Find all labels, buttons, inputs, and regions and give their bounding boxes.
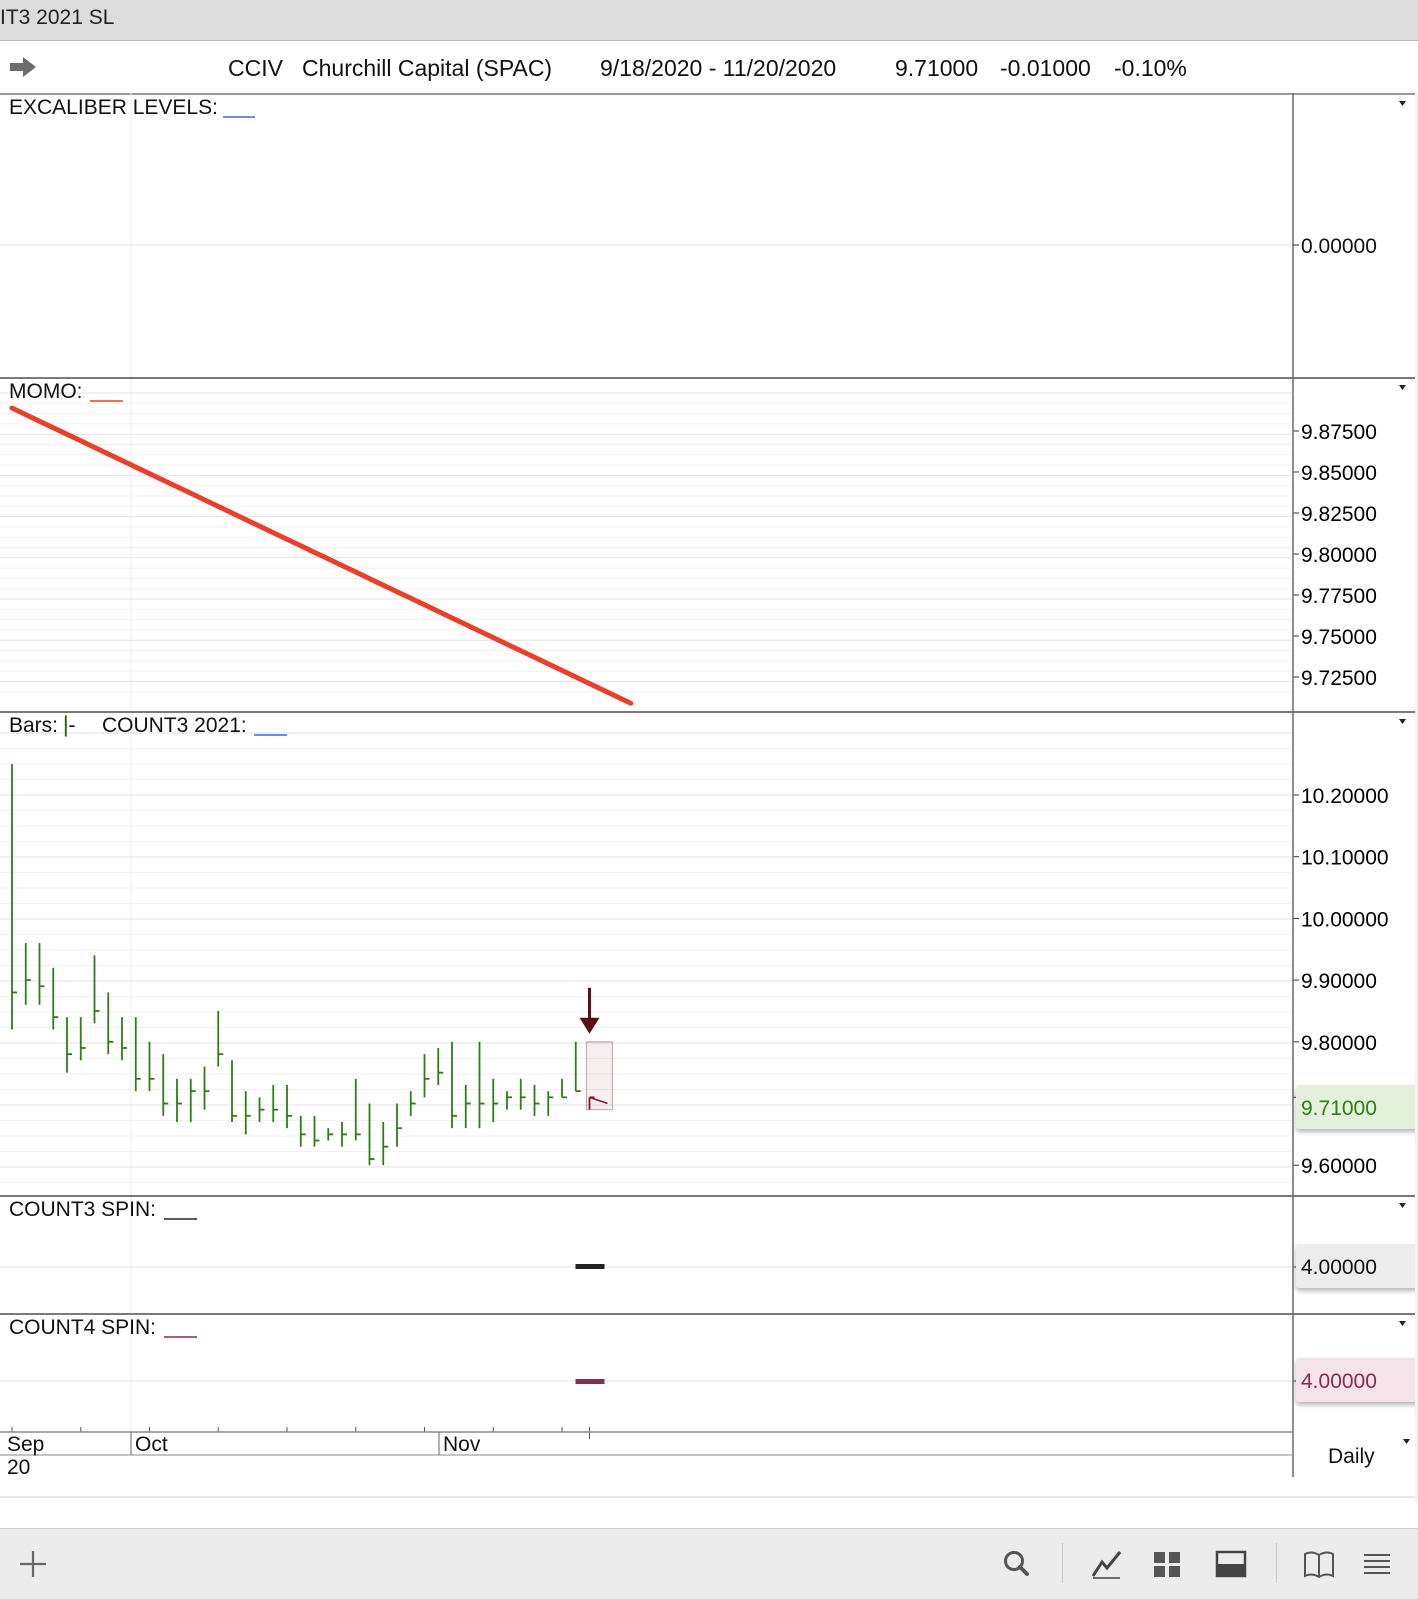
excaliber-label: EXCALIBER LEVELS: xyxy=(9,96,218,119)
panel-menu-arrow-icon[interactable] xyxy=(1399,101,1406,106)
count3-spin-mark xyxy=(575,1264,605,1269)
momo-tick-label: 9.77500 xyxy=(1301,585,1377,608)
excaliber-tick-label: 0.00000 xyxy=(1301,235,1377,258)
symbol-info-bar: CCIV Churchill Capital (SPAC) 9/18/2020 … xyxy=(0,41,1418,95)
bars-tick-label: 9.80000 xyxy=(1301,1032,1377,1055)
momo-line xyxy=(9,405,634,706)
momo-tick-labels: 9.87500 9.85000 9.82500 9.80000 9.77500 … xyxy=(1301,421,1377,690)
window-title: IT3 2021 SL xyxy=(0,6,115,29)
bars-tick-label: 9.90000 xyxy=(1301,970,1377,993)
menu-icon[interactable] xyxy=(1360,1547,1394,1581)
panel-menu-arrow-icon[interactable] xyxy=(1399,719,1406,724)
last-price: 9.71000 xyxy=(895,55,979,81)
marks-layer xyxy=(9,405,634,1384)
count4-spin-label: COUNT4 SPIN: xyxy=(9,1316,156,1339)
bars-tick-label: 10.00000 xyxy=(1301,908,1389,931)
symbol-name: Churchill Capital (SPAC) xyxy=(302,55,553,81)
date-range: 9/18/2020 - 11/20/2020 xyxy=(600,55,837,81)
panel-icon[interactable] xyxy=(1214,1547,1248,1581)
momo-tick-label: 9.85000 xyxy=(1301,462,1377,485)
down-arrow-icon xyxy=(579,1017,600,1034)
bars-tick-label: 9.60000 xyxy=(1301,1155,1377,1178)
period-selector[interactable]: Daily xyxy=(1328,1445,1375,1468)
xaxis-label-nov: Nov xyxy=(443,1433,481,1456)
toolbar-separator xyxy=(1062,1543,1063,1583)
bars-glyph: |- xyxy=(63,714,75,737)
bottom-toolbar xyxy=(0,1528,1418,1599)
momo-tick-label: 9.75000 xyxy=(1301,626,1377,649)
arrow-right-icon[interactable] xyxy=(8,55,38,84)
momo-tick-label: 9.72500 xyxy=(1301,667,1377,690)
xaxis-sublabel: 20 xyxy=(7,1456,30,1479)
momo-tick-label: 9.82500 xyxy=(1301,503,1377,526)
bars-label: Bars: xyxy=(9,714,58,737)
count3-2021-label: COUNT3 2021: xyxy=(102,714,247,737)
panel-menu-arrow-icon[interactable] xyxy=(1399,1203,1406,1208)
momo-tick-label: 9.87500 xyxy=(1301,421,1377,444)
count4-spin-mark xyxy=(575,1379,605,1384)
xaxis-label-oct: Oct xyxy=(135,1433,168,1456)
period-menu-arrow-icon[interactable] xyxy=(1403,1439,1410,1444)
grid-layer xyxy=(0,93,1299,1439)
book-icon[interactable] xyxy=(1302,1547,1336,1581)
symbol-ticker: CCIV xyxy=(228,55,283,81)
window-titlebar: IT3 2021 SL xyxy=(0,0,1418,41)
search-icon[interactable] xyxy=(1000,1547,1034,1581)
count3-value-label: 4.00000 xyxy=(1301,1256,1377,1279)
xaxis-label-sep: Sep xyxy=(7,1433,44,1456)
add-icon[interactable] xyxy=(16,1547,50,1581)
momo-label: MOMO: xyxy=(9,380,83,403)
price-change-pct: -0.10% xyxy=(1114,55,1187,81)
chart-area[interactable]: EXCALIBER LEVELS: 0.00000 MOMO: 9.87500 … xyxy=(0,93,1418,1503)
count4-value-label: 4.00000 xyxy=(1301,1370,1377,1393)
momo-tick-label: 9.80000 xyxy=(1301,544,1377,567)
line-chart-icon[interactable] xyxy=(1090,1547,1124,1581)
price-change: -0.01000 xyxy=(1000,55,1091,81)
highlight-box xyxy=(585,1041,614,1111)
panel-menu-arrow-icon[interactable] xyxy=(1399,385,1406,390)
bars-tick-label: 10.10000 xyxy=(1301,847,1389,870)
toolbar-separator xyxy=(1276,1543,1277,1583)
bars-tick-label: 10.20000 xyxy=(1301,785,1389,808)
grid-icon[interactable] xyxy=(1150,1547,1184,1581)
panel-menu-arrow-icon[interactable] xyxy=(1399,1321,1406,1326)
count3-spin-label: COUNT3 SPIN: xyxy=(9,1198,156,1221)
last-price-badge-label: 9.71000 xyxy=(1301,1097,1377,1120)
